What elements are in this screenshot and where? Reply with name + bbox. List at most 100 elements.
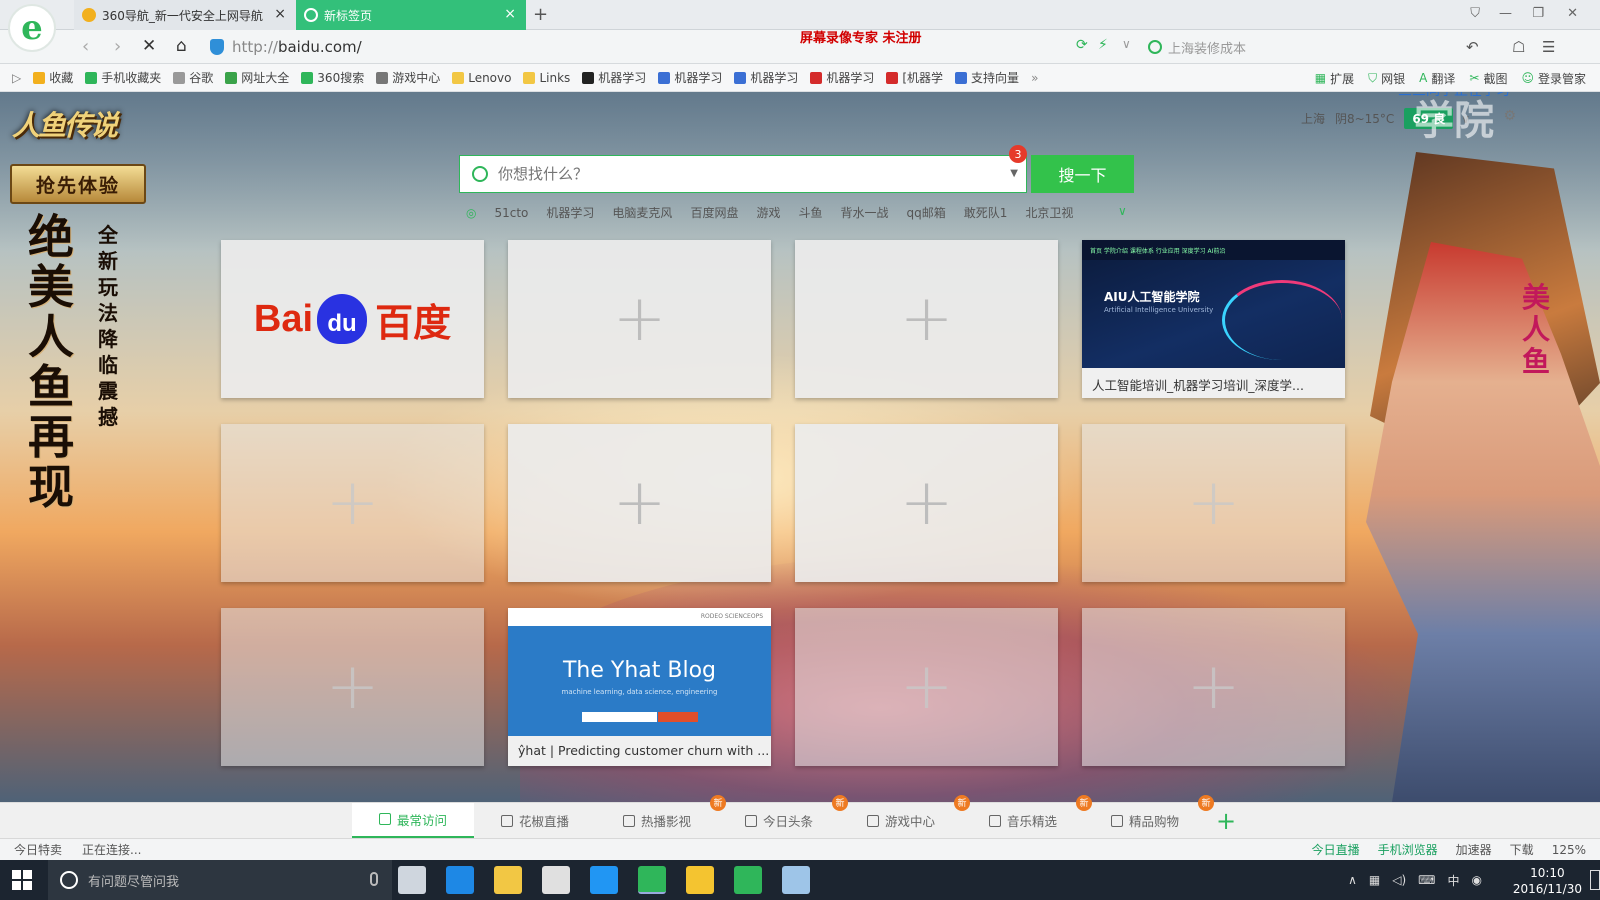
edge-icon[interactable] [446,866,474,894]
back-icon[interactable]: ‹ [82,36,89,57]
speed-dial-tile[interactable]: + [795,240,1058,398]
home-icon[interactable]: ⌂ [176,36,187,56]
bottom-tab[interactable]: 游戏中心新 [840,794,970,839]
add-site-plus-icon[interactable]: + [1187,655,1241,719]
bookmark-item[interactable]: Lenovo [452,71,511,85]
bookmark-more-icon[interactable]: » [1031,71,1038,85]
add-site-plus-icon[interactable]: + [613,287,667,351]
speed-dial-tile[interactable]: + [508,240,771,398]
forward-icon[interactable]: › [114,36,121,57]
status-tool[interactable]: 手机浏览器 [1378,841,1438,858]
close-tab-icon[interactable]: × [504,7,516,21]
hot-word-link[interactable]: 背水一战 [840,204,888,221]
speed-dial-tile[interactable]: RODEO SCIENCEOPS The Yhat Blog machine lea… [508,608,771,766]
tab-360-nav[interactable]: 360导航_新一代安全上网导航 × [74,0,296,30]
bookmark-item[interactable]: 机器学习 [582,69,646,86]
app-bird-icon[interactable] [782,866,810,894]
add-tab-plus-icon[interactable]: + [1216,807,1236,835]
status-tool[interactable]: 加速器 [1456,841,1492,858]
browser-logo[interactable]: e [8,4,56,52]
speed-dial-tile[interactable]: + [795,608,1058,766]
tray-expand-icon[interactable]: ∧ [1348,873,1357,887]
search-dropdown-icon[interactable]: ▼ [1010,168,1018,179]
store-icon[interactable] [542,866,570,894]
network-icon[interactable]: ▦ [1369,873,1380,887]
bottom-tab[interactable]: 热播影视新 [596,794,726,839]
toolbar-tool[interactable]: ⛉ 网银 [1368,70,1405,87]
user-icon[interactable]: ☖ [1512,38,1525,56]
speed-dial-tile[interactable]: + [1082,424,1345,582]
hot-word-link[interactable]: qq邮箱 [907,204,946,221]
hot-word-link[interactable]: 游戏 [756,204,780,221]
status-tool[interactable]: 今日直播 [1312,841,1360,858]
bookmark-item[interactable]: 手机收藏夹 [85,69,161,86]
bookmark-item[interactable]: 360搜索 [301,69,364,86]
stop-loading-icon[interactable]: ✕ [142,36,156,56]
close-tab-icon[interactable]: × [274,7,286,21]
toolbar-tool[interactable]: ✂ 截图 [1469,70,1507,87]
speed-dial-tile[interactable]: + [221,424,484,582]
bottom-tab[interactable]: 最常访问 [352,802,474,839]
task-view-icon[interactable] [398,866,426,894]
speed-dial-tile[interactable]: Bai du 百度 [221,240,484,398]
new-tab-button[interactable]: + [533,4,548,25]
add-site-plus-icon[interactable]: + [326,471,380,535]
bookmark-item[interactable]: 游戏中心 [376,69,440,86]
microphone-icon[interactable] [370,872,378,886]
add-site-plus-icon[interactable]: + [1187,471,1241,535]
sidebar-toggle-icon[interactable]: ▷ [12,71,21,85]
add-site-plus-icon[interactable]: + [900,471,954,535]
main-search-box[interactable]: ▼ [459,155,1027,193]
bookmark-item[interactable]: 机器学习 [734,69,798,86]
status-tool[interactable]: 125% [1552,843,1586,857]
bookmark-item[interactable]: 机器学习 [658,69,722,86]
chevron-down-icon[interactable]: ∨ [1118,204,1127,218]
restore-icon[interactable]: ❐ [1532,6,1544,21]
language-indicator[interactable]: 中 [1448,872,1460,889]
hot-refresh-icon[interactable]: ◎ [466,206,476,220]
close-window-icon[interactable]: ✕ [1567,6,1578,21]
hot-word-link[interactable]: 机器学习 [546,204,594,221]
skin-icon[interactable]: ⛉ [1470,6,1480,21]
game-ad[interactable]: 人鱼传说 抢先体验 绝美人鱼再现 全新玩法降临震撼 [0,92,160,512]
bookmark-item[interactable]: 收藏 [33,69,73,86]
tab-new-tab[interactable]: 新标签页 × [296,0,526,30]
hot-word-link[interactable]: 敢死队1 [964,204,1008,221]
toolbar-tool[interactable]: ▦ 扩展 [1315,70,1354,87]
speed-dial-tile[interactable]: + [1082,608,1345,766]
main-search-input[interactable] [498,165,978,183]
bottom-tab[interactable]: 今日头条新 [718,794,848,839]
speed-dial-tile[interactable]: + [795,424,1058,582]
add-site-plus-icon[interactable]: + [900,287,954,351]
speed-dial-tile[interactable]: + [221,608,484,766]
url-field[interactable]: http://baidu.com/ [210,34,1080,60]
bookmark-item[interactable]: [机器学 [886,69,943,86]
status-tool[interactable]: 下载 [1510,841,1534,858]
file-explorer-icon[interactable] [494,866,522,894]
bookmark-item[interactable]: 支持向量 [955,69,1019,86]
hot-word-link[interactable]: 北京卫视 [1025,204,1073,221]
app-yellow-icon[interactable] [686,866,714,894]
app-c-icon[interactable] [734,866,762,894]
keyboard-icon[interactable]: ⌨ [1418,873,1435,887]
add-site-plus-icon[interactable]: + [900,655,954,719]
tray-app-icon[interactable]: ◉ [1472,873,1482,887]
notification-icon[interactable] [1590,870,1600,890]
bottom-tab[interactable]: 精品购物 新 [1084,794,1214,839]
speed-dial-tile[interactable]: 首页 学院介绍 课程体系 行业应用 深度学习 AI前沿 AIU人工智能学院 Arti… [1082,240,1345,398]
volume-icon[interactable]: ◁) [1392,873,1406,887]
daily-deals-link[interactable]: 今日特卖 [14,841,62,858]
toolbar-search-input[interactable]: 上海装修成本 [1148,35,1408,59]
hot-word-link[interactable]: 电脑麦克风 [612,204,672,221]
refresh-icon[interactable]: ⟳ [1076,37,1088,53]
toolbar-tool[interactable]: A 翻译 [1419,70,1455,87]
undo-icon[interactable]: ↶ [1466,38,1479,56]
url-dropdown-icon[interactable]: ∨ [1122,37,1131,51]
toolbar-tool[interactable]: ☺ 登录管家 [1521,70,1586,87]
hot-word-link[interactable]: 百度网盘 [690,204,738,221]
add-site-plus-icon[interactable]: + [326,655,380,719]
bookmark-item[interactable]: 机器学习 [810,69,874,86]
bottom-tab[interactable]: 音乐精选新 [962,794,1092,839]
speed-dial-tile[interactable]: + [508,424,771,582]
hot-word-link[interactable]: 斗鱼 [798,204,822,221]
